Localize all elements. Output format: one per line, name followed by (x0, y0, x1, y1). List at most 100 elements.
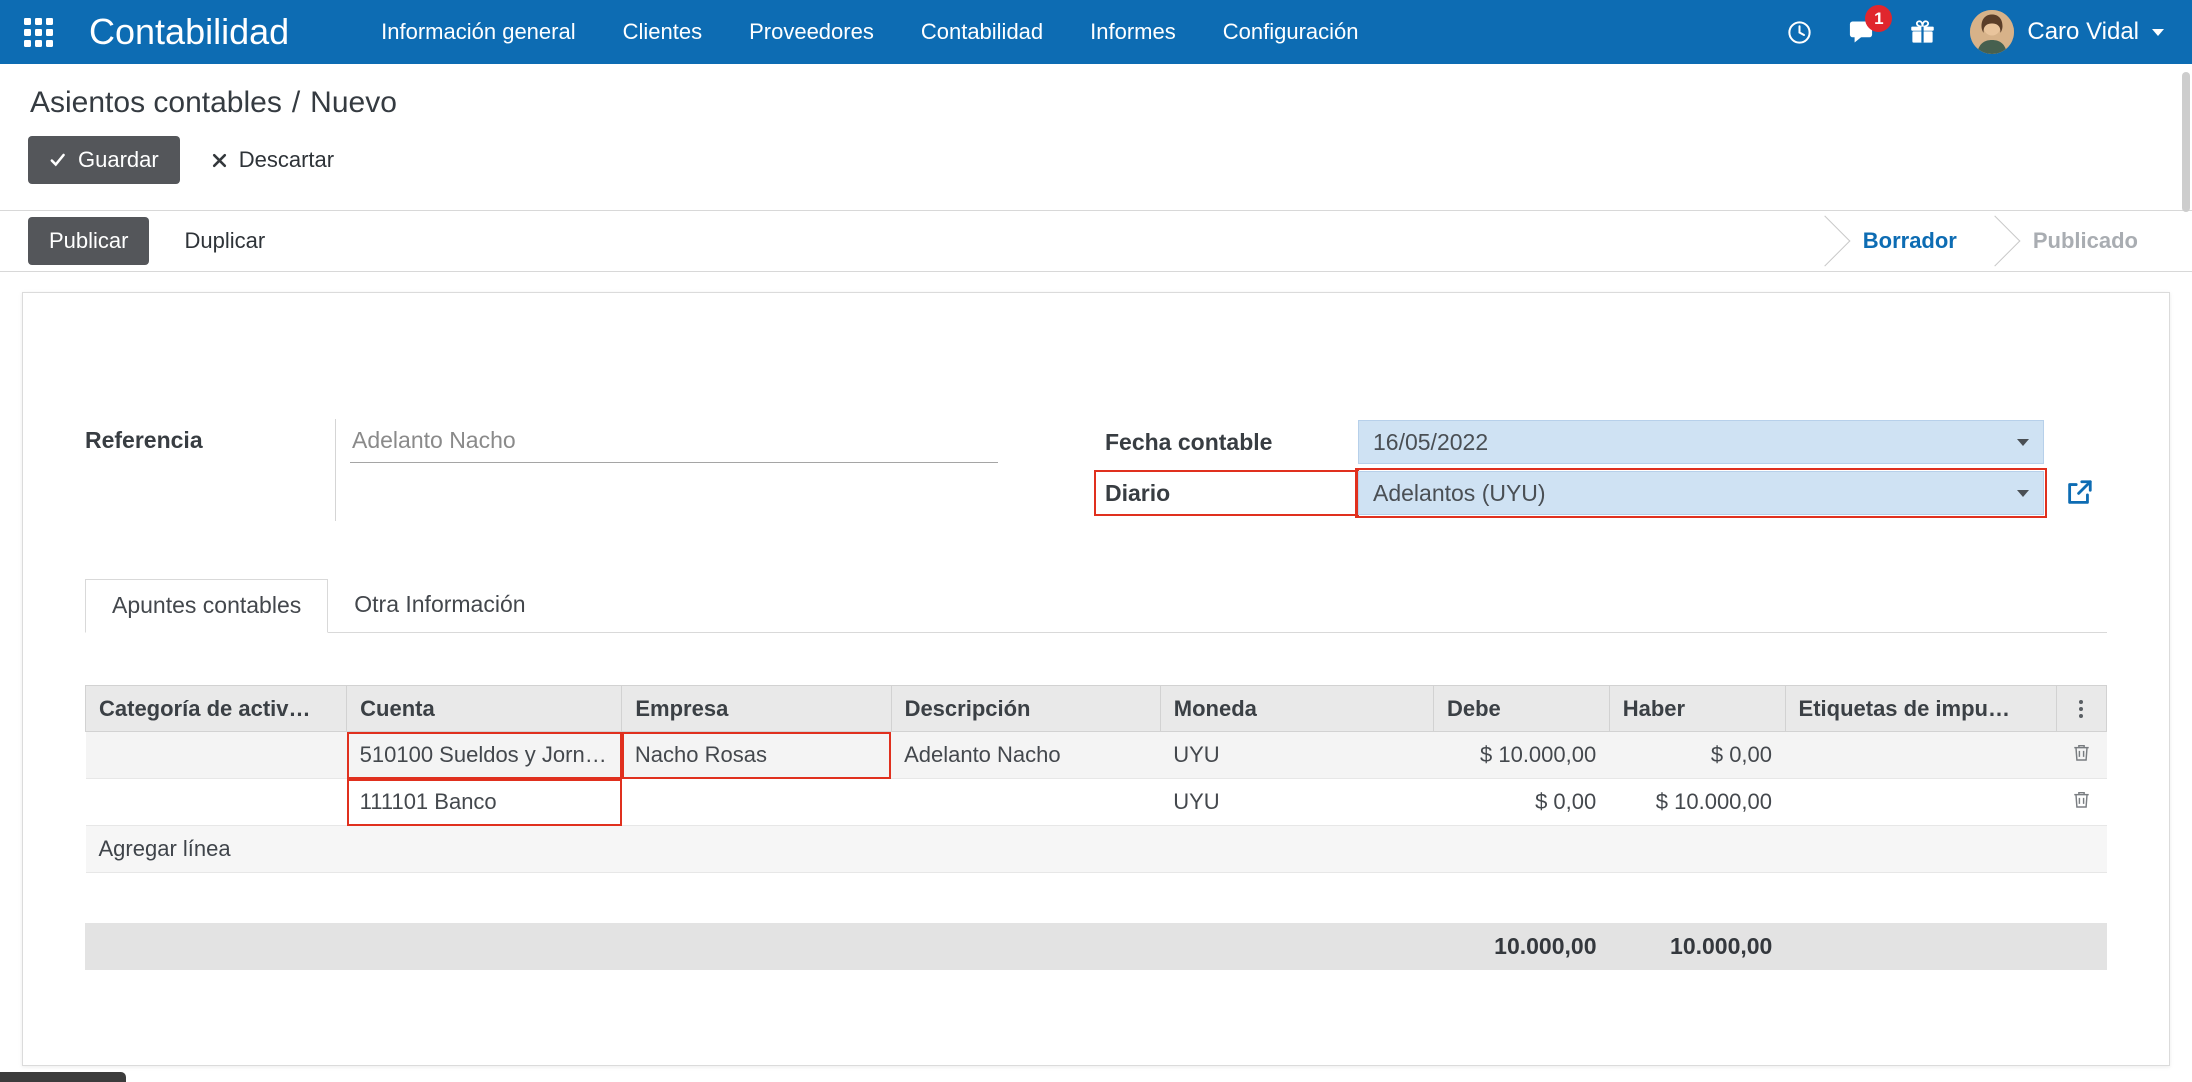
statusbar: Publicar Duplicar Borrador Publicado (0, 210, 2192, 272)
apps-menu-button[interactable] (24, 18, 53, 47)
post-button-label: Publicar (49, 228, 128, 254)
status-chevron-separator (1969, 216, 2020, 267)
nav-item-informes[interactable]: Informes (1090, 19, 1176, 45)
user-menu[interactable]: Caro Vidal (1970, 10, 2164, 54)
apps-grid-icon (24, 18, 31, 25)
top-navbar: Contabilidad Información general Cliente… (0, 0, 2192, 64)
col-header-credit: Haber (1609, 686, 1785, 732)
row-actions-cell (2056, 732, 2106, 779)
add-line-row: Agregar línea (86, 826, 2107, 873)
form-header-grid: Referencia Fecha contable 16/05/2022 Dia… (85, 419, 2107, 521)
cell-debit[interactable]: $ 0,00 (1433, 779, 1609, 826)
post-button[interactable]: Publicar (28, 217, 149, 265)
cell-currency[interactable]: UYU (1160, 779, 1433, 826)
breadcrumb-parent[interactable]: Asientos contables (30, 86, 282, 119)
discard-button-label: Descartar (239, 147, 334, 173)
save-button[interactable]: Guardar (28, 136, 180, 184)
form-view-container: Referencia Fecha contable 16/05/2022 Dia… (0, 272, 2192, 1066)
col-header-currency: Moneda (1160, 686, 1433, 732)
cell-label[interactable] (891, 779, 1160, 826)
reference-label: Referencia (85, 419, 335, 521)
cell-partner[interactable] (622, 779, 891, 826)
nav-item-configuracion[interactable]: Configuración (1223, 19, 1359, 45)
reference-field-cell (335, 419, 998, 521)
cell-debit[interactable]: $ 10.000,00 (1433, 732, 1609, 779)
gift-button[interactable] (1909, 19, 1936, 46)
cell-credit[interactable]: $ 10.000,00 (1609, 779, 1785, 826)
journal-label: Diario (1095, 471, 1358, 515)
journal-value: Adelantos (UYU) (1373, 480, 1546, 507)
journal-items-table: Categoría de activ… Cuenta Empresa Descr… (85, 685, 2107, 873)
check-icon (49, 151, 67, 169)
cell-account[interactable]: 111101 Banco (347, 779, 622, 826)
trash-icon (2071, 789, 2092, 810)
col-header-partner: Empresa (622, 686, 891, 732)
dropdown-caret-icon (2017, 439, 2029, 446)
user-name: Caro Vidal (2027, 18, 2139, 46)
nav-item-informacion-general[interactable]: Información general (381, 19, 575, 45)
external-link-icon (2064, 478, 2094, 508)
cell-currency[interactable]: UYU (1160, 732, 1433, 779)
cell-credit[interactable]: $ 0,00 (1609, 732, 1785, 779)
accounting-date-value: 16/05/2022 (1373, 429, 1488, 456)
col-header-account: Cuenta (347, 686, 622, 732)
journal-item-row: 510100 Sueldos y Jorn… Nacho Rosas Adela… (86, 732, 2107, 779)
journal-item-row: 111101 Banco UYU $ 0,00 $ 10.000,00 (86, 779, 2107, 826)
journal-row: Diario Adelantos (UYU) (1095, 470, 2107, 516)
accounting-date-field[interactable]: 16/05/2022 (1358, 420, 2044, 464)
message-counter-badge: 1 (1865, 5, 1892, 32)
cell-account[interactable]: 510100 Sueldos y Jorn… (347, 732, 622, 779)
cell-asset-category[interactable] (86, 779, 347, 826)
discard-button[interactable]: Descartar (204, 136, 355, 184)
status-step-posted[interactable]: Publicado (2005, 228, 2166, 254)
cell-partner[interactable]: Nacho Rosas (622, 732, 891, 779)
nav-item-contabilidad[interactable]: Contabilidad (921, 19, 1043, 45)
accounting-date-label: Fecha contable (1095, 420, 1358, 464)
gift-icon (1909, 19, 1936, 46)
delete-row-button[interactable] (2071, 743, 2092, 768)
tab-otra-informacion[interactable]: Otra Información (328, 579, 551, 633)
col-header-debit: Debe (1433, 686, 1609, 732)
breadcrumb-current: Nuevo (310, 86, 397, 119)
messages-button[interactable]: 1 (1847, 18, 1875, 46)
row-actions-cell (2056, 779, 2106, 826)
cell-tax-tags[interactable] (1785, 779, 2056, 826)
status-step-draft[interactable]: Borrador (1835, 228, 1985, 254)
scrollbar-thumb[interactable] (2182, 72, 2190, 212)
table-header-row: Categoría de activ… Cuenta Empresa Descr… (86, 686, 2107, 732)
dropdown-caret-icon (2017, 490, 2029, 497)
notebook-tabs: Apuntes contables Otra Información (85, 579, 2107, 633)
date-row: Fecha contable 16/05/2022 (1095, 419, 2107, 465)
cell-label[interactable]: Adelanto Nacho (891, 732, 1160, 779)
nav-item-proveedores[interactable]: Proveedores (749, 19, 874, 45)
nav-item-clientes[interactable]: Clientes (623, 19, 702, 45)
avatar (1970, 10, 2014, 54)
journal-field[interactable]: Adelantos (UYU) (1358, 471, 2044, 515)
app-name[interactable]: Contabilidad (89, 11, 289, 53)
state-widget: Borrador Publicado (1815, 211, 2166, 271)
col-header-label: Descripción (891, 686, 1160, 732)
clock-icon (1786, 19, 1813, 46)
tab-apuntes-contables[interactable]: Apuntes contables (85, 579, 328, 633)
duplicate-button[interactable]: Duplicar (177, 217, 286, 265)
cell-tax-tags[interactable] (1785, 732, 2056, 779)
open-journal-button[interactable] (2064, 478, 2094, 508)
col-header-options (2056, 686, 2106, 732)
breadcrumb: Asientos contables / Nuevo (30, 86, 2192, 120)
form-sheet: Referencia Fecha contable 16/05/2022 Dia… (22, 292, 2170, 1066)
cell-asset-category[interactable] (86, 732, 347, 779)
col-header-tax-tags: Etiquetas de impu… (1785, 686, 2056, 732)
col-header-asset-category: Categoría de activ… (86, 686, 347, 732)
x-icon (211, 152, 228, 169)
reference-input[interactable] (350, 423, 998, 463)
delete-row-button[interactable] (2071, 790, 2092, 815)
optional-columns-button[interactable] (2070, 700, 2093, 718)
main-menu: Información general Clientes Proveedores… (381, 19, 1358, 45)
caret-down-icon (2152, 29, 2164, 36)
total-credit: 10.000,00 (1610, 923, 1786, 970)
add-line-button[interactable]: Agregar línea (86, 826, 2107, 873)
totals-row: 10.000,00 10.000,00 (85, 923, 2107, 970)
bottom-left-bar (0, 1072, 126, 1082)
activities-button[interactable] (1786, 19, 1813, 46)
breadcrumb-separator: / (292, 86, 300, 119)
